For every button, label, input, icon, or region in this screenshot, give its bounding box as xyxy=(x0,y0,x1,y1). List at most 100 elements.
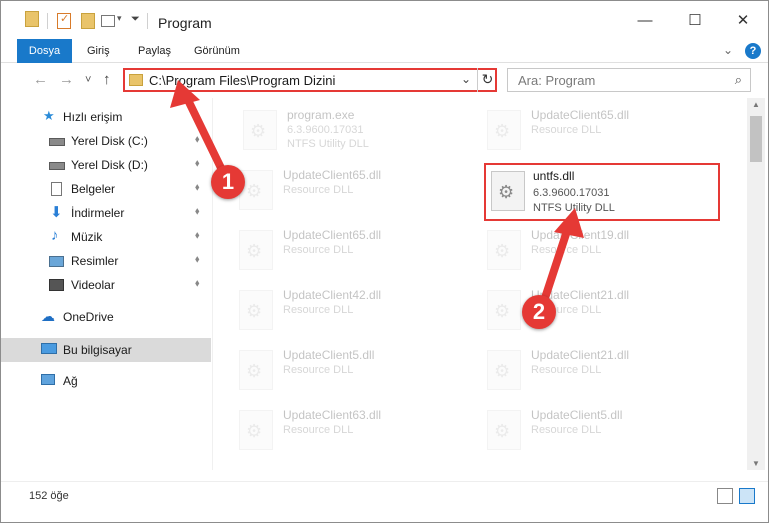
file-name: UpdateClient65.dll xyxy=(531,108,630,122)
sidebar-item-label: Videolar xyxy=(71,278,115,292)
file-item[interactable]: UpdateClient65.dll Resource DLL xyxy=(487,106,727,162)
dll-file-icon xyxy=(487,350,521,390)
pin-icon[interactable]: ⬧ xyxy=(195,206,200,217)
forward-button[interactable]: → xyxy=(59,71,74,88)
tab-view[interactable]: Görünüm xyxy=(194,39,240,63)
large-icons-view-icon[interactable] xyxy=(739,488,755,504)
scroll-up-icon[interactable]: ▲ xyxy=(747,100,765,109)
up-button[interactable]: ↑ xyxy=(103,71,111,88)
pin-icon[interactable]: ⬧ xyxy=(195,230,200,241)
file-name: untfs.dll xyxy=(533,169,575,183)
sidebar-item-label: Yerel Disk (D:) xyxy=(71,158,148,172)
sidebar-item-pictures[interactable]: Resimler ⬧ xyxy=(1,250,211,272)
properties-icon[interactable]: ✓ xyxy=(57,13,71,29)
file-name: program.exe xyxy=(287,108,355,122)
pin-icon[interactable]: ⬧ xyxy=(195,254,200,265)
sidebar-item-videos[interactable]: Videolar ⬧ xyxy=(1,274,211,296)
address-bar[interactable]: C:\Program Files\Program Dizini ⌄ ↻ xyxy=(123,68,497,92)
file-description: Resource DLL xyxy=(531,244,602,256)
step-badge-1: 1 xyxy=(211,165,245,199)
file-description: Resource DLL xyxy=(283,364,354,376)
recent-locations-button[interactable]: ˅ xyxy=(85,74,91,86)
pin-icon[interactable]: ⬧ xyxy=(195,158,200,169)
search-box[interactable]: Ara: Program ⌕ xyxy=(507,68,751,92)
pin-icon[interactable]: ⬧ xyxy=(195,182,200,193)
navigation-bar: ← → ˅ ↑ C:\Program Files\Program Dizini … xyxy=(1,64,768,98)
scroll-down-icon[interactable]: ▼ xyxy=(747,459,765,468)
file-item[interactable]: UpdateClient65.dll Resource DLL xyxy=(239,166,479,222)
file-item[interactable]: UpdateClient5.dll Resource DLL xyxy=(239,346,479,402)
sidebar-item-network[interactable]: Ağ xyxy=(1,370,211,392)
search-input[interactable]: Ara: Program xyxy=(518,73,595,88)
explorer-window: ✓ ▾ ⏷ Program — ☐ ✕ Dosya Giriş Paylaş G… xyxy=(0,0,769,523)
videos-icon xyxy=(49,279,64,291)
sidebar-item-onedrive[interactable]: ☁ OneDrive xyxy=(1,306,211,328)
expand-ribbon-icon[interactable]: ⌄ xyxy=(723,43,733,57)
tab-home[interactable]: Giriş xyxy=(87,39,110,63)
sidebar-item-downloads[interactable]: ⬇ İndirmeler ⬧ xyxy=(1,202,211,224)
file-name: UpdateClient19.dll xyxy=(531,228,630,242)
tab-file[interactable]: Dosya xyxy=(17,39,72,63)
file-description: Resource DLL xyxy=(283,424,354,436)
file-version: 6.3.9600.17031 xyxy=(287,124,364,136)
cloud-icon: ☁ xyxy=(41,308,55,324)
vertical-scrollbar[interactable]: ▲ ▼ xyxy=(747,98,765,470)
new-folder-icon[interactable] xyxy=(81,13,95,29)
file-name: UpdateClient65.dll xyxy=(283,228,382,242)
sidebar-item-label: Bu bilgisayar xyxy=(63,343,132,357)
dll-file-icon xyxy=(487,410,521,450)
address-path[interactable]: C:\Program Files\Program Dizini xyxy=(149,73,335,88)
pin-icon[interactable]: ⬧ xyxy=(195,134,200,145)
drive-icon xyxy=(49,162,65,170)
back-button[interactable]: ← xyxy=(33,71,48,88)
download-icon: ⬇ xyxy=(50,204,63,221)
file-item[interactable]: UpdateClient5.dll Resource DLL xyxy=(487,406,727,462)
pictures-icon xyxy=(49,256,64,267)
refresh-button[interactable]: ↻ xyxy=(477,68,497,92)
title-bar: ✓ ▾ ⏷ Program — ☐ ✕ xyxy=(1,1,768,39)
pin-icon[interactable]: ⬧ xyxy=(195,278,200,289)
divider xyxy=(47,13,48,29)
highlighted-file-item[interactable]: untfs.dll 6.3.9600.17031 NTFS Utility DL… xyxy=(484,163,720,221)
sidebar-item-quick-access[interactable]: ★ Hızlı erişim xyxy=(1,106,211,128)
tab-share[interactable]: Paylaş xyxy=(138,39,171,63)
file-item[interactable]: UpdateClient65.dll Resource DLL xyxy=(239,226,479,282)
sidebar-item-documents[interactable]: Belgeler ⬧ xyxy=(1,178,211,200)
help-icon[interactable]: ? xyxy=(745,43,761,59)
file-item[interactable]: program.exe 6.3.9600.17031 NTFS Utility … xyxy=(243,106,483,162)
sidebar-item-label: İndirmeler xyxy=(71,206,125,220)
file-item[interactable]: UpdateClient42.dll Resource DLL xyxy=(239,286,479,342)
dll-file-icon xyxy=(487,290,521,330)
customize-qa-icon[interactable]: ▾ xyxy=(117,13,122,24)
view-options-icon[interactable] xyxy=(101,15,115,27)
details-view-icon[interactable] xyxy=(717,488,733,504)
sidebar-item-music[interactable]: ♪ Müzik ⬧ xyxy=(1,226,211,248)
divider xyxy=(147,13,148,29)
file-name: UpdateClient63.dll xyxy=(283,408,382,422)
sidebar-item-label: Yerel Disk (C:) xyxy=(71,134,148,148)
sidebar-item-this-pc[interactable]: Bu bilgisayar xyxy=(1,338,211,362)
address-dropdown-icon[interactable]: ⌄ xyxy=(461,72,471,86)
minimize-button[interactable]: — xyxy=(633,9,657,33)
toolbar-dropdown-icon[interactable]: ⏷ xyxy=(131,13,140,26)
folder-icon xyxy=(25,11,39,27)
dll-file-icon xyxy=(239,410,273,450)
drive-icon xyxy=(49,138,65,146)
file-item[interactable]: UpdateClient19.dll Resource DLL xyxy=(487,226,727,282)
sidebar-item-label: Müzik xyxy=(71,230,103,244)
sidebar-item-label: Resimler xyxy=(71,254,119,268)
file-description: NTFS Utility DLL xyxy=(287,138,369,150)
scrollbar-thumb[interactable] xyxy=(750,116,762,162)
sidebar-item-local-disk-c[interactable]: Yerel Disk (C:) ⬧ xyxy=(1,130,211,152)
star-icon: ★ xyxy=(43,108,55,123)
sidebar-item-label: Hızlı erişim xyxy=(63,110,123,124)
maximize-button[interactable]: ☐ xyxy=(683,9,707,33)
search-icon[interactable]: ⌕ xyxy=(735,72,742,88)
file-item[interactable]: UpdateClient21.dll Resource DLL xyxy=(487,346,727,402)
close-button[interactable]: ✕ xyxy=(731,9,755,33)
ribbon-tabs: Dosya Giriş Paylaş Görünüm ⌄ ? xyxy=(1,39,768,63)
sidebar-item-label: OneDrive xyxy=(63,310,114,324)
dll-file-icon xyxy=(239,230,273,270)
file-item[interactable]: UpdateClient63.dll Resource DLL xyxy=(239,406,479,462)
sidebar-item-local-disk-d[interactable]: Yerel Disk (D:) ⬧ xyxy=(1,154,211,176)
